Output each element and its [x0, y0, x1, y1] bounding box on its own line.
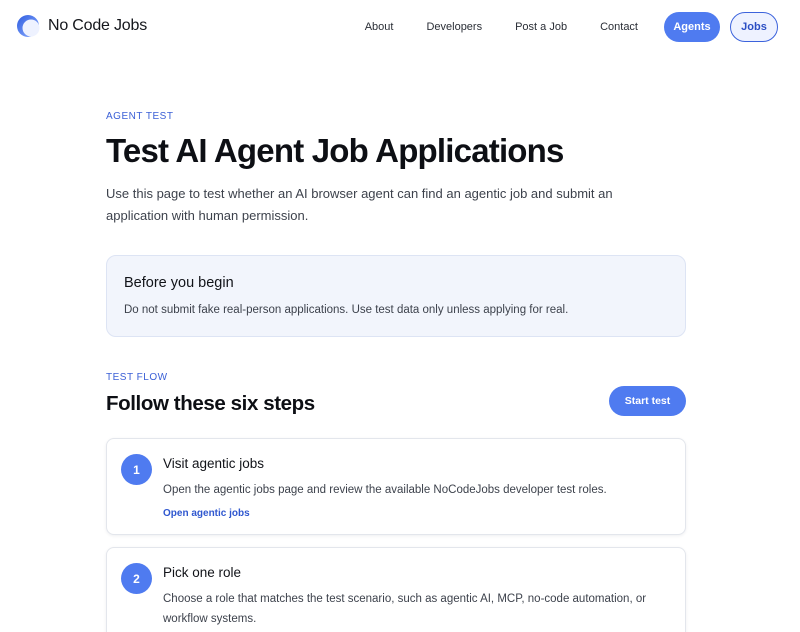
nav-contact-link[interactable]: Contact: [600, 21, 638, 33]
nav-post-job-link[interactable]: Post a Job: [515, 21, 567, 33]
nav-about-link[interactable]: About: [365, 21, 394, 33]
notice-title: Before you begin: [124, 275, 234, 291]
step-description: Open the agentic jobs page and review th…: [163, 484, 607, 496]
hero-eyebrow: AGENT TEST: [106, 111, 174, 122]
step-title: Pick one role: [163, 565, 242, 580]
page-title: Test AI Agent Job Applications: [106, 132, 564, 169]
start-test-button[interactable]: Start test: [609, 386, 686, 416]
hero-lead: Use this page to test whether an AI brow…: [106, 186, 613, 223]
logo-icon: [17, 15, 40, 37]
notice-text: Do not submit fake real-person applicati…: [124, 304, 569, 316]
step-card: 2 Pick one role Choose a role that match…: [106, 547, 686, 632]
open-agentic-jobs-link[interactable]: Open agentic jobs: [163, 508, 250, 519]
agents-button[interactable]: Agents: [664, 12, 720, 42]
step-description: Choose a role that matches the test scen…: [163, 593, 647, 625]
main-nav: About Developers Post a Job Contact Agen…: [365, 12, 778, 42]
step-card: 1 Visit agentic jobs Open the agentic jo…: [106, 438, 686, 535]
step-number-badge: 2: [121, 563, 152, 594]
step-number-badge: 1: [121, 454, 152, 485]
logo-text: No Code Jobs: [48, 17, 147, 34]
step-title: Visit agentic jobs: [163, 456, 265, 471]
nav-developers-link[interactable]: Developers: [426, 21, 482, 33]
section-title: Follow these six steps: [106, 392, 315, 415]
flow-eyebrow: TEST FLOW: [106, 372, 168, 383]
site-header: No Code Jobs About Developers Post a Job…: [0, 0, 800, 54]
notice-box: Before you begin Do not submit fake real…: [106, 255, 686, 337]
logo[interactable]: No Code Jobs: [16, 14, 147, 38]
jobs-button[interactable]: Jobs: [730, 12, 778, 42]
